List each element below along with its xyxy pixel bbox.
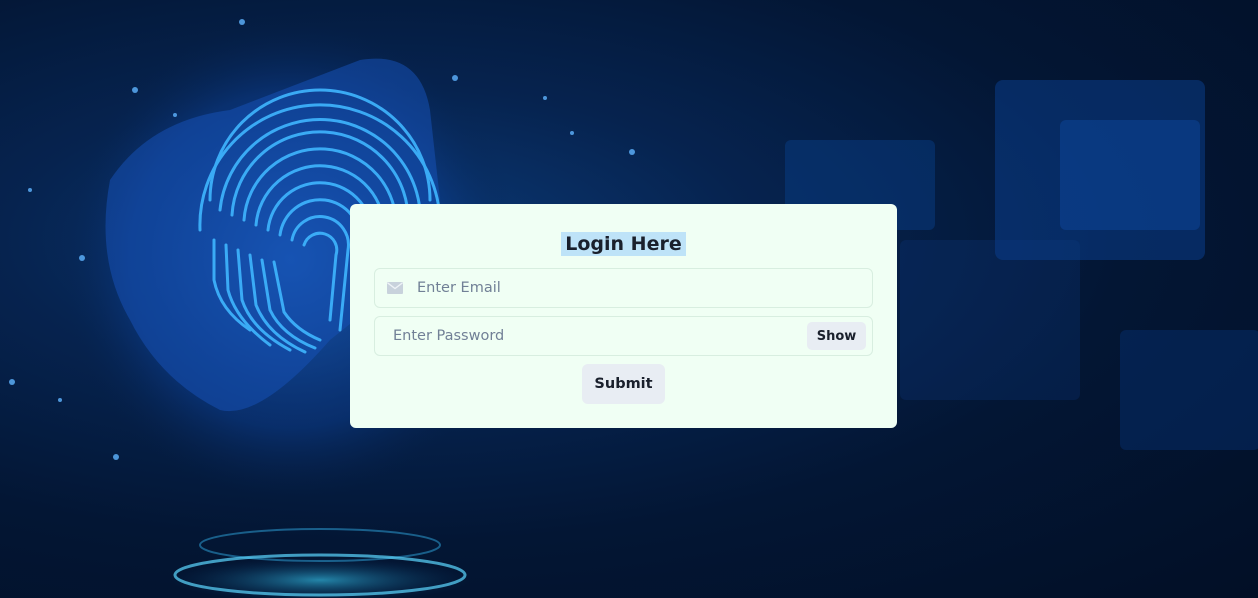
submit-button[interactable]: Submit [582, 364, 665, 404]
login-title-text: Login Here [561, 232, 686, 256]
login-title: Login Here [350, 228, 897, 260]
email-input[interactable] [415, 269, 860, 307]
password-field[interactable]: Show [374, 316, 873, 356]
login-card: Login Here Show Submit [350, 204, 897, 428]
mail-icon [387, 282, 403, 294]
password-input[interactable] [391, 317, 792, 355]
email-field[interactable] [374, 268, 873, 308]
show-password-button[interactable]: Show [807, 322, 866, 350]
